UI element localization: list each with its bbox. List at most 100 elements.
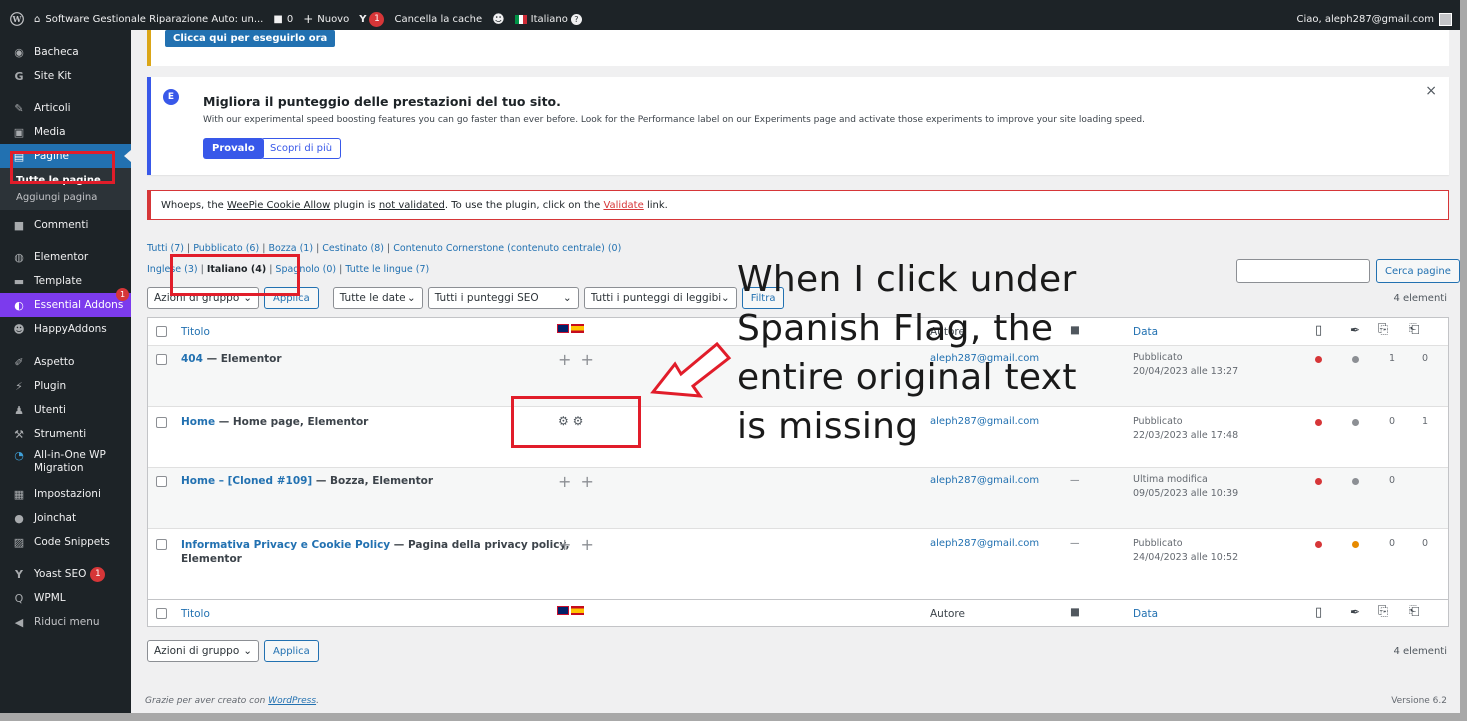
row-author[interactable]: aleph287@gmail.com [930,538,1039,549]
row-checkbox[interactable] [156,539,167,550]
footer-thanks: Grazie per aver creato con WordPress. [145,696,319,706]
filter-trash[interactable]: Cestinato (8) [322,243,384,254]
submenu-add-page[interactable]: Aggiungi pagina [0,189,131,206]
add-translation-icons[interactable]: + + [558,472,596,491]
annotation-text: When I click under Spanish Flag, the ent… [737,255,1077,451]
wordpress-link[interactable]: WordPress [268,696,316,706]
seo-dot [1315,478,1322,485]
row-title: 404 — Elementor [181,353,282,365]
annotation-box-gear-icons [511,396,641,448]
sidebar-item-articoli[interactable]: ✎ Articoli [0,96,131,120]
row-date: 24/04/2023 alle 10:52 [1133,552,1239,563]
sidebar-item-elementor[interactable]: ◍ Elementor [0,245,131,269]
column-date[interactable]: Data [1133,326,1158,338]
column-date[interactable]: Data [1133,608,1158,620]
run-now-button[interactable]: Clicca qui per eseguirlo ora [165,30,336,47]
seo-filter-select[interactable]: Tutti i punteggi SEO ⌄ [427,287,579,309]
sidebar-item-template[interactable]: ▬ Template [0,269,131,293]
select-all-checkbox[interactable] [156,326,167,337]
spain-flag-icon [571,324,584,333]
sidebar-item-label: Aspetto [34,356,75,368]
add-translation-icons[interactable]: + + [558,350,596,369]
wordpress-logo-icon[interactable]: W [10,12,24,26]
sidebar-item-bacheca[interactable]: ◉ Bacheca [0,40,131,64]
plugin-icon: ⚡ [15,379,23,393]
sidebar-item-happyaddons[interactable]: ☻ HappyAddons [0,317,131,341]
site-name-link[interactable]: ⌂ Software Gestionale Riparazione Auto: … [34,14,263,25]
annotation-line: entire original text [737,357,1077,398]
comment-icon: ■ [13,218,25,232]
sidebar-item-label: Site Kit [34,70,72,82]
row-checkbox[interactable] [156,417,167,428]
search-pages-button[interactable]: Cerca pagine [1376,259,1460,283]
notice-text: With our experimental speed boosting fea… [203,115,1145,125]
row-title-link[interactable]: Home [181,416,215,428]
row-author[interactable]: aleph287@gmail.com [930,475,1039,486]
new-content-link[interactable]: + Nuovo [303,12,349,26]
folder-icon: ▬ [13,274,25,288]
row-title-link[interactable]: Home – [Cloned #109] [181,475,312,487]
links-in: 0 [1389,475,1396,486]
yoast-icon: Y [359,13,367,25]
spain-flag-icon [571,606,584,615]
bulk-actions-select-bottom[interactable]: Azioni di gruppo ⌄ [147,640,259,662]
sidebar-item-label: Plugin [34,380,67,392]
my-account[interactable]: Ciao, aleph287@gmail.com [1296,12,1452,26]
sidebar-item-utenti[interactable]: ♟ Utenti [0,398,131,422]
row-title-suffix: — Pagina della privacy policy, [390,539,570,551]
validate-link[interactable]: Validate [603,200,643,211]
annotation-box-pagine [10,151,115,184]
language-flags [557,324,584,336]
language-switcher[interactable]: Italiano ? [514,13,582,25]
date-filter-select[interactable]: Tutte le date ⌄ [332,287,423,309]
filter-all[interactable]: Tutti (7) [147,243,184,254]
sidebar-item-label: Media [34,126,66,138]
search-input[interactable] [1236,259,1370,283]
sidebar-item-commenti[interactable]: ■ Commenti [0,213,131,237]
weepie-link[interactable]: WeePie Cookie Allow [227,200,330,211]
yoast-admin-link[interactable]: Y 1 [359,11,385,27]
filter-cornerstone[interactable]: Contenuto Cornerstone (contenuto central… [393,243,621,254]
row-checkbox[interactable] [156,476,167,487]
learn-more-button[interactable]: Scopri di più [261,138,342,159]
sidebar-item-site-kit[interactable]: G Site Kit [0,64,131,88]
filter-lang-all[interactable]: Tutte le lingue (7) [345,264,429,275]
filter-draft[interactable]: Bozza (1) [268,243,313,254]
readability-dot [1352,356,1359,363]
sidebar-item-impostazioni[interactable]: ▦ Impostazioni [0,482,131,506]
row-title-link[interactable]: Informativa Privacy e Cookie Policy [181,539,390,551]
sidebar-item-riduci-menu[interactable]: ◀ Riduci menu [0,610,131,634]
italian-flag-icon [514,14,527,24]
clear-cache-link[interactable]: Cancella la cache [394,14,482,25]
sidebar-item-plugin[interactable]: ⚡ Plugin [0,374,131,398]
add-translation-icons[interactable]: + + [558,535,596,554]
select-all-checkbox[interactable] [156,608,167,619]
sidebar-item-code-snippets[interactable]: ▨ Code Snippets [0,530,131,554]
sidebar-item-joinchat[interactable]: ● Joinchat [0,506,131,530]
status-filter-links: Tutti (7) | Pubblicato (6) | Bozza (1) |… [147,243,622,254]
readability-filter-select[interactable]: Tutti i punteggi di leggibilit ⌄ [583,287,737,309]
comments-link[interactable]: ■ 0 [273,14,293,25]
column-title[interactable]: Titolo [181,608,210,620]
close-icon[interactable]: × [1425,83,1437,99]
row-checkbox[interactable] [156,354,167,365]
try-button[interactable]: Provalo [203,138,264,159]
not-validated-link[interactable]: not validated [379,200,445,211]
sidebar-item-strumenti[interactable]: ⚒ Strumenti [0,422,131,446]
sidebar-item-aspetto[interactable]: ✐ Aspetto [0,350,131,374]
row-status: Pubblicato [1133,352,1183,363]
row-title-link[interactable]: 404 [181,353,203,365]
sidebar-item-all-in-one-migration[interactable]: ◔ All-in-One WP Migration [0,446,131,482]
filter-published[interactable]: Pubblicato (6) [193,243,259,254]
sidebar-item-yoast-seo[interactable]: Y Yoast SEO 1 [0,562,131,586]
sidebar-item-label: Utenti [34,404,66,416]
apply-button-bottom[interactable]: Applica [264,640,319,662]
sidebar-item-label: Template [34,275,82,287]
happy-icon-link[interactable]: ☻ [492,12,505,26]
sidebar-item-media[interactable]: ▣ Media [0,120,131,144]
sidebar-item-essential-addons[interactable]: ◐ Essential Addons 1 [0,288,131,317]
sidebar-item-label: HappyAddons [34,323,107,335]
column-title[interactable]: Titolo [181,326,210,338]
elementor-icon: ◍ [14,250,24,264]
sidebar-item-wpml[interactable]: Q WPML [0,586,131,610]
